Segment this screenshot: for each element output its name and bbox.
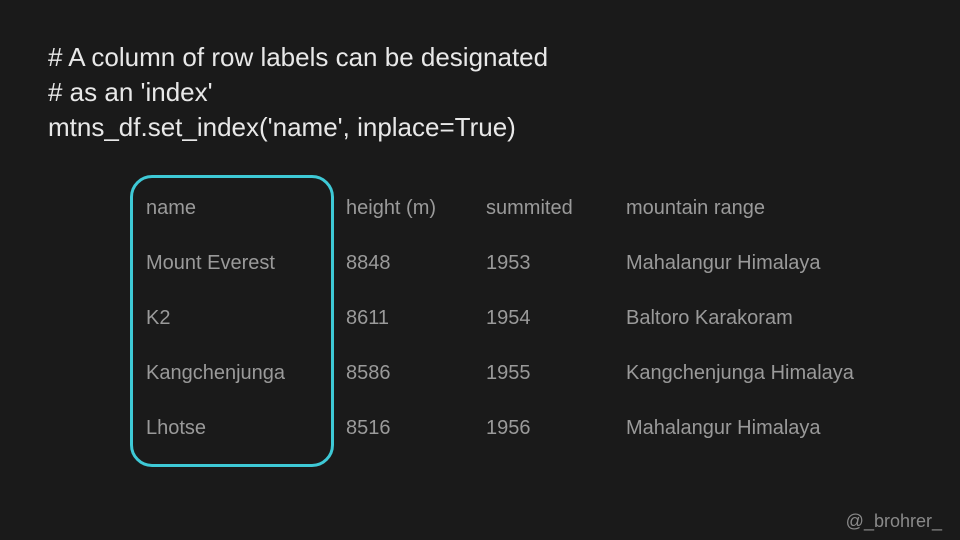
table-header-row: name height (m) summited mountain range [146, 181, 886, 236]
col-header-range: mountain range [626, 181, 886, 236]
cell-range: Kangchenjunga Himalaya [626, 346, 886, 401]
table-row: K2 8611 1954 Baltoro Karakoram [146, 291, 886, 346]
cell-range: Mahalangur Himalaya [626, 236, 886, 291]
cell-height: 8586 [346, 346, 486, 401]
dataframe-table: name height (m) summited mountain range … [146, 181, 886, 456]
table-row: Lhotse 8516 1956 Mahalangur Himalaya [146, 401, 886, 456]
cell-name: K2 [146, 291, 346, 346]
cell-summited: 1956 [486, 401, 626, 456]
table-row: Kangchenjunga 8586 1955 Kangchenjunga Hi… [146, 346, 886, 401]
cell-range: Baltoro Karakoram [626, 291, 886, 346]
attribution: @_brohrer_ [846, 511, 942, 532]
cell-summited: 1953 [486, 236, 626, 291]
table-row: Mount Everest 8848 1953 Mahalangur Himal… [146, 236, 886, 291]
cell-name: Mount Everest [146, 236, 346, 291]
cell-height: 8611 [346, 291, 486, 346]
cell-range: Mahalangur Himalaya [626, 401, 886, 456]
cell-name: Kangchenjunga [146, 346, 346, 401]
dataframe-table-wrap: name height (m) summited mountain range … [146, 181, 920, 456]
cell-name: Lhotse [146, 401, 346, 456]
cell-height: 8848 [346, 236, 486, 291]
code-comment-line-2: # as an 'index' [48, 75, 920, 110]
col-header-name: name [146, 181, 346, 236]
code-statement: mtns_df.set_index('name', inplace=True) [48, 110, 920, 145]
cell-summited: 1954 [486, 291, 626, 346]
cell-height: 8516 [346, 401, 486, 456]
cell-summited: 1955 [486, 346, 626, 401]
code-comment-line-1: # A column of row labels can be designat… [48, 40, 920, 75]
code-block: # A column of row labels can be designat… [48, 40, 920, 145]
col-header-summited: summited [486, 181, 626, 236]
col-header-height: height (m) [346, 181, 486, 236]
